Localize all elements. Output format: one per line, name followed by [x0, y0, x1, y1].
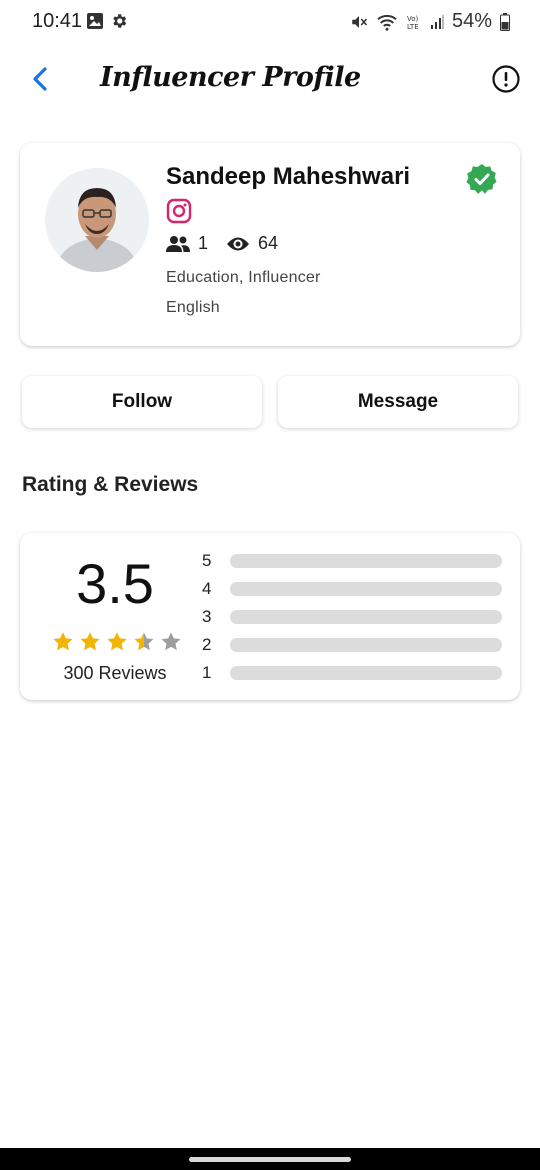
- profile-card: Sandeep Maheshwari 1 64 Education, Influ…: [20, 143, 520, 346]
- reviews-count: 300 Reviews: [63, 663, 167, 683]
- views-count: 64: [258, 233, 279, 253]
- rating-bar-track: [230, 638, 502, 652]
- rating-bar-track: [230, 610, 502, 624]
- influencer-language: English: [166, 299, 220, 316]
- rating-bar-row: 4: [202, 575, 502, 603]
- rating-bar-track: [230, 666, 502, 680]
- chevron-left-icon: [33, 67, 47, 91]
- rating-bar-row: 1: [202, 659, 502, 687]
- rating-bar-row: 5: [202, 547, 502, 575]
- verified-badge-icon: [466, 163, 498, 195]
- report-button[interactable]: [492, 65, 520, 93]
- rating-card: 3.5 300 Reviews 5 4 3 2 1: [20, 533, 520, 700]
- star-icon: [106, 631, 128, 653]
- back-button[interactable]: [26, 64, 54, 94]
- influencer-name: Sandeep Maheshwari: [166, 163, 411, 190]
- rating-bar-label: 3: [202, 607, 212, 626]
- wifi-icon: [376, 13, 398, 31]
- rating-bar-label: 5: [202, 551, 212, 570]
- instagram-icon[interactable]: [166, 198, 192, 224]
- rating-bar-row: 2: [202, 631, 502, 659]
- svg-text:Vo): Vo): [407, 15, 419, 23]
- star-icon: [160, 631, 182, 653]
- message-button[interactable]: Message: [278, 376, 518, 428]
- battery-percentage: 54%: [451, 10, 492, 32]
- system-nav-bar: [0, 1148, 540, 1170]
- signal-icon: [430, 14, 444, 30]
- rating-bar-label: 4: [202, 579, 212, 598]
- star-icon: [79, 631, 101, 653]
- exclamation-circle-icon: [492, 65, 520, 93]
- people-icon: [166, 235, 190, 252]
- rating-stars: [52, 631, 182, 653]
- rating-bar-row: 3: [202, 603, 502, 631]
- image-icon: [86, 12, 104, 30]
- app-bar: Influencer Profile: [0, 52, 540, 108]
- star-icon: [52, 631, 74, 653]
- rating-bar-label: 2: [202, 635, 212, 654]
- eye-icon: [227, 237, 250, 250]
- rating-breakdown: 5 4 3 2 1: [202, 547, 502, 687]
- rating-bar-track: [230, 582, 502, 596]
- average-rating: 3.5: [76, 552, 154, 615]
- rating-bar-track: [230, 554, 502, 568]
- influencer-category: Education, Influencer: [166, 269, 321, 286]
- star-icon: [133, 631, 155, 653]
- rating-section-title: Rating & Reviews: [22, 473, 199, 496]
- status-time: 10:41: [32, 10, 83, 32]
- battery-icon: [500, 12, 510, 31]
- rating-bar-label: 1: [202, 663, 212, 682]
- avatar: [45, 168, 149, 272]
- follow-button[interactable]: Follow: [22, 376, 262, 428]
- page-title: Influencer Profile: [100, 62, 361, 93]
- svg-text:LTE: LTE: [407, 23, 419, 31]
- mute-icon: [350, 13, 368, 31]
- volte-icon: Vo) LTE: [406, 13, 422, 31]
- status-bar: 10:41 Vo) LTE 54%: [0, 0, 540, 44]
- settings-gear-icon: [110, 12, 128, 30]
- home-gesture-handle[interactable]: [189, 1157, 351, 1162]
- followers-count: 1: [198, 233, 209, 253]
- profile-stats: 1 64: [166, 233, 278, 254]
